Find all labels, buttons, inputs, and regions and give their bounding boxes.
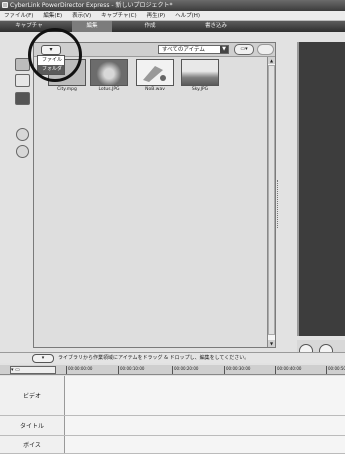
library-item-name: Lotus.JPG (98, 87, 120, 92)
filter-select[interactable]: すべてのアイテム ▼ (158, 45, 229, 54)
ruler-tick: 00:00:40:00 (275, 366, 301, 374)
menu-view[interactable]: 表示(V) (68, 11, 95, 21)
track-label: ビデオ (0, 376, 65, 415)
preview-window (297, 42, 345, 336)
ruler-tick: 00:00:30:00 (224, 366, 250, 374)
menu-capture[interactable]: キャプチャ(C) (97, 11, 141, 21)
filter-select-value: すべてのアイテム (162, 47, 205, 53)
audio-icon[interactable] (16, 145, 29, 158)
thumbnail-lotus (90, 59, 128, 86)
library-item-name: Sky.JPG (191, 87, 209, 92)
add-to-timeline-button[interactable]: ▾ (32, 354, 54, 363)
tab-capture[interactable]: キャプチャ (12, 21, 46, 32)
scroll-down-icon[interactable]: ▼ (268, 340, 275, 347)
track-label: ボイス (0, 436, 65, 453)
menu-bar: ファイル(F) 編集(E) 表示(V) キャプチャ(C) 再生(P) ヘルプ(H… (0, 11, 345, 21)
library-option-button[interactable] (257, 44, 274, 55)
hint-text: ライブラリから作業領域にアイテムをドラッグ & ドロップし、編集をしてください。 (58, 355, 250, 361)
menu-item-folder[interactable]: フォルダ (38, 65, 64, 74)
menu-play[interactable]: 再生(P) (143, 11, 170, 21)
mode-tabs: キャプチャ 編集 作成 書き込み (0, 21, 345, 32)
folder-import-icon[interactable]: ▾ (41, 45, 61, 55)
track-title[interactable]: タイトル (0, 416, 345, 436)
title-bar: CyberLink PowerDirector Express - 新しいプロジ… (0, 0, 345, 11)
tab-edit[interactable]: 編集 (72, 21, 112, 32)
media-library-panel: ▾ すべてのアイテム ▼ ▭▾ City.mpg Lotus.JPG NoB.w (33, 42, 276, 348)
library-item[interactable]: NoB.wav (136, 59, 174, 93)
tab-burn[interactable]: 書き込み (196, 21, 236, 32)
app-window: CyberLink PowerDirector Express - 新しいプロジ… (0, 0, 345, 454)
library-item[interactable]: Lotus.JPG (90, 59, 128, 93)
track-voice[interactable]: ボイス (0, 436, 345, 454)
scroll-up-icon[interactable]: ▲ (268, 57, 275, 64)
hint-bar: ▾ ライブラリから作業領域にアイテムをドラッグ & ドロップし、編集をしてくださ… (0, 352, 345, 363)
panel-splitter[interactable] (277, 180, 279, 228)
titles-icon[interactable] (15, 92, 30, 105)
chevron-down-icon: ▼ (220, 46, 228, 53)
library-scrollbar[interactable]: ▲ ▼ (267, 57, 275, 347)
timeline-view-switch[interactable]: ▾ ▭ (10, 366, 56, 374)
menu-edit[interactable]: 編集(E) (39, 11, 66, 21)
effects-icon[interactable] (15, 74, 30, 87)
view-mode-button[interactable]: ▭▾ (234, 44, 254, 55)
thumbnail-sky (181, 59, 219, 86)
library-item-name: NoB.wav (145, 87, 165, 92)
audio-file-icon (136, 59, 174, 86)
timeline-ruler: ▾ ▭ 00:00:00:00 00:00:10:00 00:00:20:00 … (0, 365, 345, 375)
tab-produce[interactable]: 作成 (135, 21, 165, 32)
menu-file[interactable]: ファイル(F) (0, 11, 37, 21)
scroll-thumb[interactable] (268, 65, 275, 335)
import-dropdown-menu: ファイル フォルダ (37, 55, 65, 75)
ruler-tick: 00:00:50:00 (326, 366, 345, 374)
menu-help[interactable]: ヘルプ(H) (171, 11, 204, 21)
timeline-tracks: ビデオ タイトル ボイス (0, 376, 345, 454)
ruler-tick: 00:00:00:00 (66, 366, 92, 374)
app-icon (2, 2, 8, 8)
library-grid: City.mpg Lotus.JPG NoB.wav Sky.JPG (38, 57, 266, 345)
window-title: CyberLink PowerDirector Express - 新しいプロジ… (10, 2, 173, 9)
menu-item-file[interactable]: ファイル (38, 56, 64, 65)
ruler-tick: 00:00:10:00 (118, 366, 144, 374)
video-mode-icon[interactable] (15, 58, 30, 71)
library-item[interactable]: Sky.JPG (181, 59, 219, 93)
library-header: ▾ すべてのアイテム ▼ ▭▾ (34, 43, 275, 57)
track-label: タイトル (0, 416, 65, 435)
library-item-name: City.mpg (57, 87, 77, 92)
ruler-tick: 00:00:20:00 (172, 366, 198, 374)
track-video[interactable]: ビデオ (0, 376, 345, 416)
transition-icon[interactable] (16, 128, 29, 141)
